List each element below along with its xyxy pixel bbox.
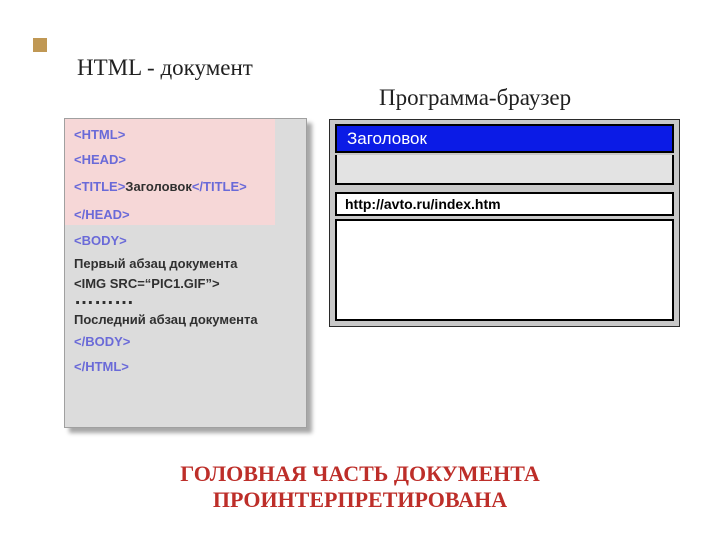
code-line-html-close: </HTML> — [74, 359, 129, 374]
browser-address-bar[interactable]: http://avto.ru/index.htm — [335, 192, 674, 216]
code-line-body-close: </BODY> — [74, 334, 130, 349]
code-line-first-para: Первый абзац документа — [74, 256, 237, 271]
caption-line-2: ПРОИНТЕРПРЕТИРОВАНА — [0, 487, 720, 513]
tag-head-open: <HEAD> — [74, 152, 126, 167]
code-panel: <HTML> <HEAD> <TITLE>Заголовок</TITLE> <… — [64, 118, 307, 428]
tag-head-close: </HEAD> — [74, 207, 130, 222]
browser-address-text: http://avto.ru/index.htm — [345, 196, 501, 212]
tag-body-open: <BODY> — [74, 233, 127, 248]
code-line-html-open: <HTML> — [74, 127, 125, 142]
browser-toolbar — [335, 155, 674, 185]
browser-title-text: Заголовок — [347, 129, 427, 148]
slide-bullet-marker — [33, 38, 47, 52]
heading-html-document: HTML - документ — [77, 55, 253, 81]
browser-title-bar: Заголовок — [335, 124, 674, 153]
tag-title-close: </TITLE> — [192, 179, 247, 194]
title-text: Заголовок — [125, 179, 192, 194]
code-line-dots: ……… — [74, 287, 134, 310]
browser-content-area — [335, 219, 674, 321]
code-line-head-close: </HEAD> — [74, 207, 130, 222]
tag-html-close: </HTML> — [74, 359, 129, 374]
caption-line-1: ГОЛОВНАЯ ЧАСТЬ ДОКУМЕНТА — [0, 461, 720, 487]
tag-body-close: </BODY> — [74, 334, 130, 349]
heading-browser-program: Программа-браузер — [379, 85, 571, 111]
tag-html-open: <HTML> — [74, 127, 125, 142]
code-line-last-para: Последний абзац документа — [74, 312, 258, 327]
code-line-head-open: <HEAD> — [74, 152, 126, 167]
tag-title-open: <TITLE> — [74, 179, 125, 194]
code-line-title: <TITLE>Заголовок</TITLE> — [74, 179, 247, 194]
code-line-body-open: <BODY> — [74, 233, 127, 248]
